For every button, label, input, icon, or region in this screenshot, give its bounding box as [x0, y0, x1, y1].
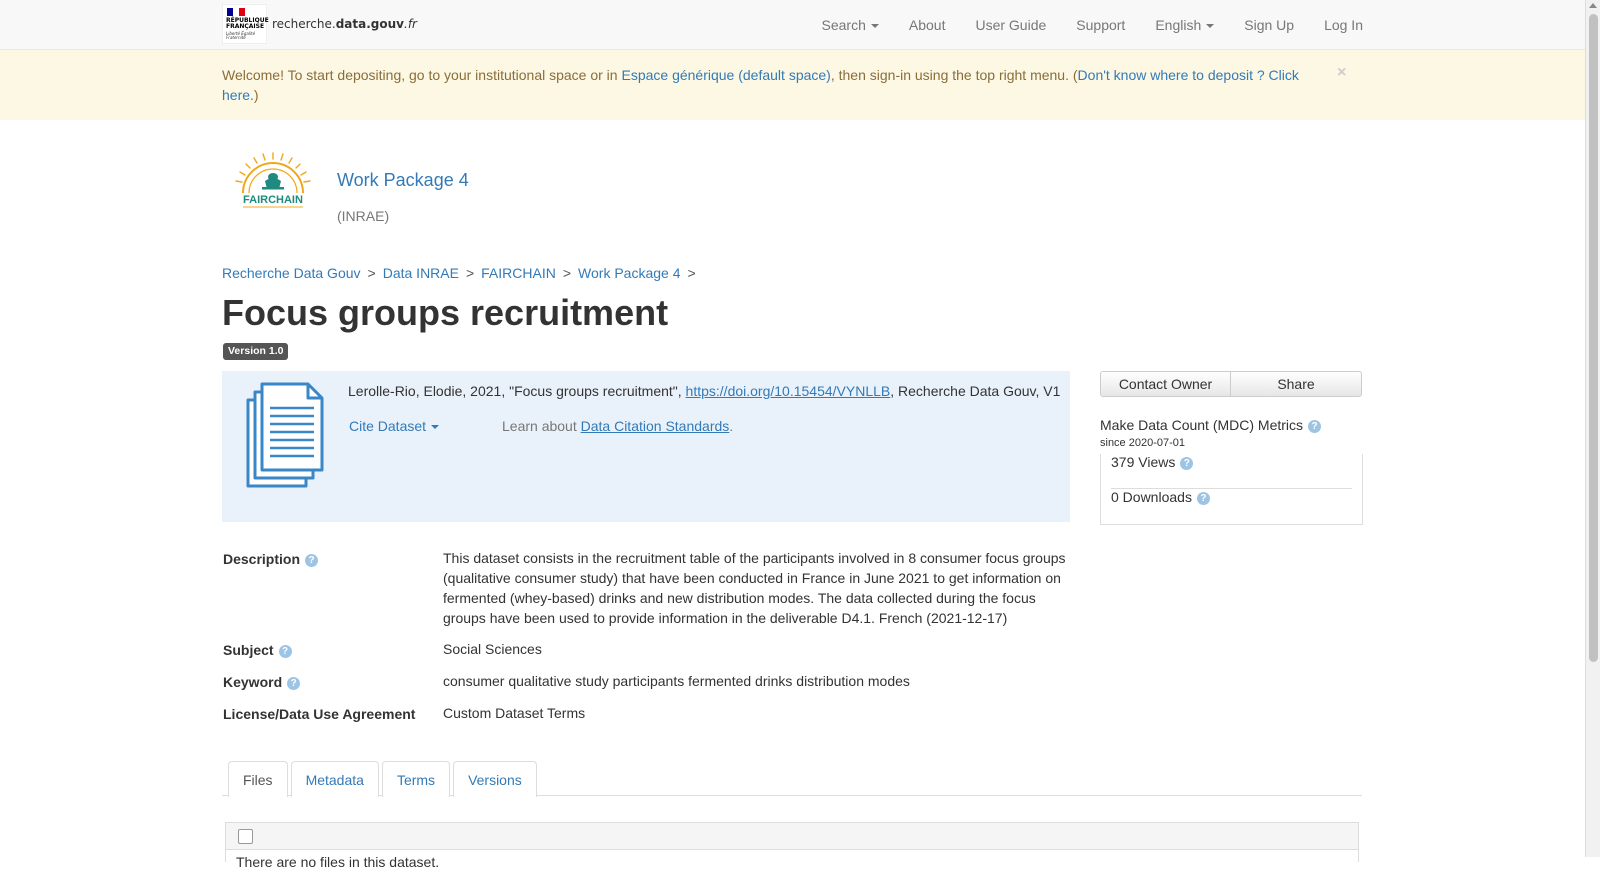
contact-owner-button[interactable]: Contact Owner	[1100, 371, 1231, 397]
select-all-checkbox[interactable]	[238, 829, 253, 844]
dataset-tabs: Files Metadata Terms Versions	[222, 761, 1362, 797]
tab-metadata[interactable]: Metadata	[290, 761, 379, 797]
tab-files[interactable]: Files	[228, 761, 288, 797]
doi-link[interactable]: https://doi.org/10.15454/VYNLLB	[686, 383, 891, 399]
republique-francaise-logo: RÉPUBLIQUE FRANÇAISE Liberté Égalité Frat…	[222, 4, 269, 44]
subject-label: Subject?	[223, 642, 292, 658]
welcome-alert: Welcome! To start depositing, go to your…	[0, 50, 1585, 120]
nav-menu: Search About User Guide Support English …	[807, 0, 1363, 50]
version-badge: Version 1.0	[223, 343, 289, 360]
close-icon[interactable]: ×	[1337, 64, 1346, 82]
breadcrumb-work-package-4[interactable]: Work Package 4	[578, 265, 680, 281]
breadcrumb-separator: >	[465, 265, 475, 281]
dataverse-affiliation: (INRAE)	[337, 208, 390, 224]
dataset-document-icon	[246, 382, 324, 491]
share-button[interactable]: Share	[1231, 371, 1362, 397]
keyword-value: consumer qualitative study participants …	[443, 673, 910, 689]
mdc-metrics-title: Make Data Count (MDC) Metrics?	[1100, 417, 1322, 433]
site-name: recherche.data.gouv.fr	[272, 17, 417, 31]
tab-terms[interactable]: Terms	[381, 761, 451, 797]
dataset-title: Focus groups recruitment	[222, 292, 669, 333]
help-icon[interactable]: ?	[1180, 456, 1194, 470]
scroll-up-icon[interactable]	[1589, 3, 1597, 8]
breadcrumb-separator: >	[367, 265, 376, 281]
help-icon[interactable]: ?	[1196, 491, 1210, 505]
no-files-message: There are no files in this dataset.	[236, 854, 440, 870]
nav-search-dropdown[interactable]: Search	[807, 0, 894, 50]
dataset-actions: Contact Owner Share	[1100, 371, 1362, 397]
citation-text: Lerolle-Rio, Elodie, 2021, "Focus groups…	[348, 383, 1061, 399]
custom-dataset-terms-link[interactable]: Custom Dataset Terms	[443, 703, 585, 723]
caret-down-icon	[1206, 24, 1215, 29]
french-flag-icon	[227, 8, 245, 16]
views-count: 379 Views?	[1111, 454, 1194, 470]
nav-log-in[interactable]: Log In	[1309, 0, 1363, 50]
breadcrumb-data-inrae[interactable]: Data INRAE	[383, 265, 459, 281]
help-icon[interactable]: ?	[1308, 419, 1322, 433]
nav-about[interactable]: About	[894, 0, 961, 50]
dataverse-name-link[interactable]: Work Package 4	[337, 170, 469, 191]
description-value: This dataset consists in the recruitment…	[443, 550, 1066, 626]
top-navbar: RÉPUBLIQUE FRANÇAISE Liberté Égalité Frat…	[0, 0, 1585, 50]
breadcrumb-recherche-data-gouv[interactable]: Recherche Data Gouv	[222, 265, 361, 281]
fairchain-logo[interactable]: FAIRCHAIN	[229, 151, 317, 213]
breadcrumb: Recherche Data Gouv > Data INRAE > FAIRC…	[222, 265, 703, 281]
nav-language-dropdown[interactable]: English	[1140, 0, 1229, 50]
license-label: License/Data Use Agreement	[223, 706, 416, 722]
alert-message: Welcome! To start depositing, go to your…	[222, 67, 1299, 103]
nav-sign-up[interactable]: Sign Up	[1229, 0, 1309, 50]
caret-down-icon	[870, 24, 879, 29]
page-scrollbar[interactable]	[1585, 0, 1600, 857]
nav-user-guide[interactable]: User Guide	[960, 0, 1061, 50]
breadcrumb-fairchain[interactable]: FAIRCHAIN	[481, 265, 556, 281]
default-space-link[interactable]: Espace générique (default space)	[621, 67, 830, 83]
citation-standards-note: Learn about Data Citation Standards.	[502, 418, 734, 434]
nav-support[interactable]: Support	[1061, 0, 1140, 50]
breadcrumb-separator: >	[562, 265, 572, 281]
site-logo[interactable]: RÉPUBLIQUE FRANÇAISE Liberté Égalité Frat…	[222, 4, 417, 44]
svg-text:FAIRCHAIN: FAIRCHAIN	[243, 194, 303, 206]
subject-value: Social Sciences	[443, 641, 542, 657]
help-icon[interactable]: ?	[305, 553, 319, 567]
caret-down-icon	[431, 425, 440, 430]
tab-versions[interactable]: Versions	[453, 761, 537, 797]
files-panel: There are no files in this dataset.	[225, 822, 1359, 870]
mdc-metrics-panel: 379 Views? 0 Downloads?	[1100, 454, 1363, 525]
data-citation-standards-link[interactable]: Data Citation Standards	[581, 418, 730, 434]
scrollbar-thumb[interactable]	[1589, 14, 1598, 662]
breadcrumb-separator: >	[687, 265, 696, 281]
help-icon[interactable]: ?	[278, 644, 292, 658]
citation-box: Lerolle-Rio, Elodie, 2021, "Focus groups…	[222, 371, 1070, 522]
downloads-count: 0 Downloads?	[1111, 489, 1210, 505]
help-icon[interactable]: ?	[287, 676, 301, 690]
keyword-label: Keyword?	[223, 674, 301, 690]
description-label: Description?	[223, 551, 319, 567]
mdc-since-date: since 2020-07-01	[1100, 437, 1186, 449]
cite-dataset-dropdown[interactable]: Cite Dataset	[349, 418, 440, 434]
